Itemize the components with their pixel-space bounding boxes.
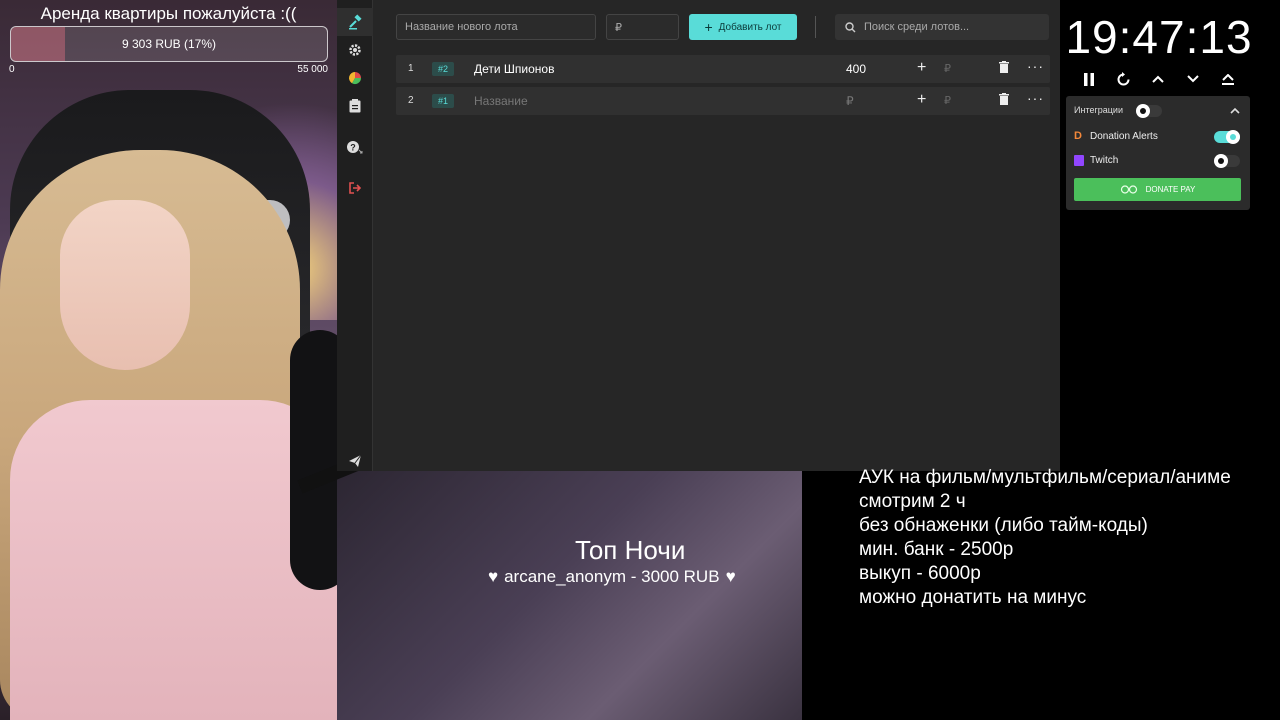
settings-gear-icon[interactable] — [337, 36, 373, 64]
goal-min: 0 — [9, 64, 15, 75]
twitch-toggle[interactable] — [1214, 154, 1240, 168]
sidebar: ? — [337, 0, 373, 471]
lot-row[interactable]: 2 #1 Название ₽ + ₽ ··· — [396, 87, 1050, 115]
add-lot-button[interactable]: + Добавить лот — [689, 14, 797, 40]
lot-amount[interactable]: 400 — [846, 62, 866, 76]
logout-icon[interactable] — [337, 174, 373, 202]
donation-alerts-toggle[interactable] — [1214, 130, 1240, 144]
plus-icon: + — [704, 19, 713, 35]
top-night-title: Топ Ночи — [575, 535, 686, 565]
goal-max: 55 000 — [297, 64, 328, 75]
more-options-icon[interactable]: ··· — [1027, 90, 1044, 106]
lot-id-tag: #2 — [432, 62, 454, 76]
donate-pay-button[interactable]: DONATE PAY — [1074, 178, 1241, 201]
lot-search-input[interactable]: Поиск среди лотов... — [835, 14, 1049, 40]
search-icon — [845, 21, 856, 32]
integration-label: Donation Alerts — [1090, 131, 1158, 142]
auction-hammer-icon[interactable] — [337, 8, 373, 36]
twitch-icon — [1074, 155, 1084, 166]
rules-line: мин. банк - 2500р — [859, 539, 1014, 560]
rules-line: смотрим 2 ч — [859, 491, 966, 512]
add-lot-label: Добавить лот — [718, 21, 782, 33]
goal-progress-text: 9 303 RUB (17%) — [121, 37, 217, 51]
new-lot-amount-input[interactable]: ₽ — [606, 14, 679, 40]
telegram-send-icon[interactable] — [337, 447, 373, 475]
lot-amount-placeholder[interactable]: ₽ — [846, 94, 854, 108]
rules-line: выкуп - 6000р — [859, 563, 981, 584]
lot-number: 1 — [408, 63, 414, 74]
lot-number: 2 — [408, 95, 414, 106]
chevron-up-icon[interactable] — [1230, 107, 1240, 114]
integrations-panel: Интеграции D Donation Alerts Twitch DONA… — [1066, 96, 1250, 210]
donation-alerts-icon: D — [1074, 130, 1082, 142]
clipboard-icon[interactable] — [337, 92, 373, 120]
goal-progress-bar: 9 303 RUB (17%) — [10, 26, 328, 62]
new-lot-input[interactable]: Название нового лота — [396, 14, 596, 40]
svg-text:?: ? — [350, 143, 356, 153]
lot-id-tag: #1 — [432, 94, 454, 108]
top-donor-text: arcane_anonym - 3000 RUB — [504, 567, 720, 586]
donate-pay-label: DONATE PAY — [1145, 185, 1196, 194]
add-amount-icon[interactable]: + — [917, 59, 926, 77]
heart-icon: ♥ — [488, 567, 499, 586]
toolbar-divider — [815, 16, 816, 38]
reset-icon[interactable] — [1111, 68, 1135, 90]
lot-name-placeholder[interactable]: Название — [474, 94, 528, 108]
timer-clock: 19:47:13 — [1065, 11, 1253, 63]
lot-name[interactable]: Дети Шпионов — [474, 62, 554, 76]
integrations-master-toggle[interactable] — [1136, 104, 1162, 118]
auction-rules: АУК на фильм/мультфильм/сериал/аниме смо… — [859, 466, 1231, 610]
rules-line: без обнаженки (либо тайм-коды) — [859, 515, 1148, 536]
lot-row[interactable]: 1 #2 Дети Шпионов 400 + ₽ ··· — [396, 55, 1050, 83]
microphone — [290, 330, 337, 590]
heart-icon: ♥ — [725, 567, 736, 586]
lot-extra-amount[interactable]: ₽ — [944, 94, 951, 107]
integration-twitch: Twitch — [1074, 155, 1118, 166]
chevron-up-icon[interactable] — [1146, 68, 1170, 90]
streamer-face — [60, 200, 190, 370]
add-amount-icon[interactable]: + — [917, 91, 926, 109]
delete-trash-icon[interactable] — [999, 61, 1009, 76]
stats-pie-icon[interactable] — [337, 64, 373, 92]
integrations-title: Интеграции — [1074, 105, 1123, 115]
webcam-feed — [0, 0, 337, 720]
goal-title: Аренда квартиры пожалуйста :(( — [40, 4, 297, 23]
pause-icon[interactable] — [1077, 68, 1101, 90]
lot-extra-amount[interactable]: ₽ — [944, 62, 951, 75]
webcam-feed-lower — [337, 471, 802, 720]
help-icon[interactable]: ? — [337, 133, 373, 161]
integration-donation-alerts: D Donation Alerts — [1074, 130, 1158, 143]
top-donor: ♥ arcane_anonym - 3000 RUB ♥ — [488, 567, 736, 587]
auction-app: ? Название нового лота ₽ + Добавить лот … — [337, 0, 1060, 471]
more-options-icon[interactable]: ··· — [1027, 58, 1044, 74]
stream-stage: Аренда квартиры пожалуйста :(( 9 303 RUB… — [0, 0, 1280, 720]
collapse-panel-icon[interactable] — [1216, 68, 1240, 90]
chevron-down-icon[interactable] — [1181, 68, 1205, 90]
delete-trash-icon[interactable] — [999, 93, 1009, 108]
donate-pay-icon — [1120, 185, 1137, 194]
search-placeholder: Поиск среди лотов... — [864, 21, 970, 33]
rules-line: можно донатить на минус — [859, 587, 1087, 608]
rules-line: АУК на фильм/мультфильм/сериал/аниме — [859, 467, 1231, 488]
streamer-top — [10, 400, 337, 720]
integration-label: Twitch — [1090, 155, 1119, 166]
